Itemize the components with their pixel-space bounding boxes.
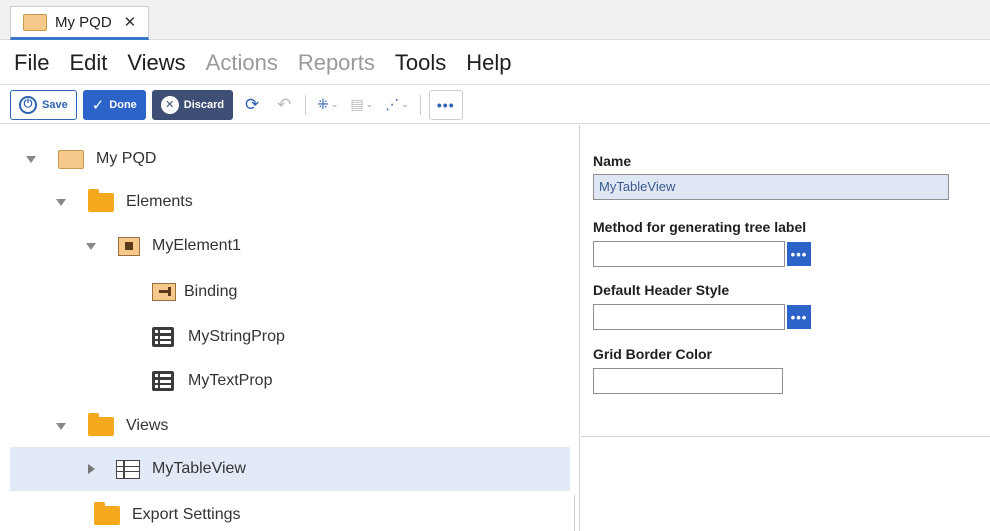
expand-caret-icon[interactable] bbox=[86, 242, 96, 250]
document-tab-title: My PQD bbox=[55, 13, 112, 31]
divider bbox=[581, 436, 990, 437]
folder-icon bbox=[88, 188, 114, 212]
table-view-icon bbox=[116, 459, 140, 479]
collapse-caret-icon[interactable] bbox=[88, 464, 95, 474]
save-button[interactable]: ⏻ Save bbox=[10, 89, 77, 120]
done-button[interactable]: ✓ Done bbox=[82, 89, 146, 120]
save-button-label: Save bbox=[42, 98, 68, 111]
header-style-field[interactable] bbox=[593, 304, 785, 330]
property-list-icon bbox=[152, 371, 174, 391]
name-field[interactable]: MyTableView bbox=[593, 174, 949, 200]
undo-icon[interactable]: ↶ bbox=[271, 90, 297, 120]
tree-item-label: Binding bbox=[184, 283, 238, 300]
discard-button-label: Discard bbox=[183, 98, 225, 111]
tree-item-label: MyTableView bbox=[152, 460, 246, 477]
folder-icon bbox=[94, 501, 120, 525]
tree-label-method-field[interactable] bbox=[593, 241, 785, 267]
tree-label-method-label: Method for generating tree label bbox=[593, 219, 807, 235]
tree-item-text-prop[interactable]: MyTextProp bbox=[152, 359, 272, 403]
toolbar: ⏻ Save ✓ Done ✕ Discard ⟳ ↶ ⁜ ⌄ ▤ ⌄ ⋰ ⌄ ••• bbox=[0, 86, 990, 124]
tree-pane: My PQD Elements MyElement1 Binding MyStr… bbox=[0, 125, 580, 531]
binding-icon bbox=[152, 283, 176, 301]
check-icon: ✓ bbox=[91, 96, 105, 114]
x-circle-icon: ✕ bbox=[160, 95, 179, 114]
folder-icon bbox=[88, 412, 114, 436]
expand-caret-icon[interactable] bbox=[56, 422, 66, 430]
menu-file[interactable]: File bbox=[14, 50, 49, 76]
properties-panel: Name MyTableView Method for generating t… bbox=[581, 125, 990, 531]
more-icon: ••• bbox=[790, 309, 808, 325]
element-icon bbox=[118, 236, 140, 256]
tree-item-root[interactable]: My PQD bbox=[26, 137, 156, 181]
refresh-icon[interactable]: ⟳ bbox=[239, 90, 265, 120]
close-icon[interactable]: ✕ bbox=[124, 13, 137, 31]
toolbar-separator bbox=[305, 94, 307, 115]
document-tab[interactable]: My PQD ✕ bbox=[10, 6, 150, 40]
menu-edit[interactable]: Edit bbox=[69, 50, 107, 76]
more-icon: ••• bbox=[790, 246, 808, 262]
chevron-down-icon: ⌄ bbox=[365, 99, 374, 109]
more-icon: ••• bbox=[436, 96, 455, 113]
network-icon: ⁜ bbox=[317, 96, 329, 112]
header-style-label: Default Header Style bbox=[593, 282, 730, 298]
chevron-down-icon: ⌄ bbox=[401, 99, 409, 109]
tree-item-view[interactable]: MyTableView bbox=[10, 447, 570, 491]
menu-tools[interactable]: Tools bbox=[395, 50, 446, 76]
tree-item-label: MyTextProp bbox=[188, 372, 273, 389]
property-list-icon bbox=[152, 327, 174, 347]
tree-item-element[interactable]: MyElement1 bbox=[86, 224, 241, 268]
done-button-label: Done bbox=[109, 98, 137, 111]
folder-icon bbox=[58, 149, 84, 169]
toolbar-separator bbox=[419, 94, 421, 115]
expand-caret-icon[interactable] bbox=[56, 198, 66, 206]
document-tab-strip: My PQD ✕ bbox=[0, 0, 990, 40]
connect-dropdown[interactable]: ⋰ ⌄ bbox=[382, 90, 412, 120]
tree-item-label: Views bbox=[126, 417, 169, 434]
divider bbox=[574, 495, 575, 531]
network-dropdown[interactable]: ⁜ ⌄ bbox=[314, 90, 341, 120]
clipboard-dropdown[interactable]: ▤ ⌄ bbox=[347, 90, 376, 120]
clipboard-icon: ▤ bbox=[350, 96, 364, 112]
name-label: Name bbox=[593, 153, 632, 169]
grid-border-color-field[interactable] bbox=[593, 368, 783, 394]
tree-item-label: My PQD bbox=[96, 150, 157, 167]
folder-icon bbox=[23, 13, 47, 31]
grid-border-color-label: Grid Border Color bbox=[593, 346, 713, 362]
tree-item-label: MyStringProp bbox=[188, 328, 285, 345]
menu-help[interactable]: Help bbox=[466, 50, 511, 76]
menu-reports[interactable]: Reports bbox=[298, 50, 375, 76]
header-style-browse-button[interactable]: ••• bbox=[787, 305, 811, 329]
menu-bar: File Edit Views Actions Reports Tools He… bbox=[0, 41, 990, 85]
tree-item-export-settings[interactable]: Export Settings bbox=[94, 493, 241, 531]
tree-item-elements[interactable]: Elements bbox=[56, 180, 193, 224]
menu-actions[interactable]: Actions bbox=[206, 50, 278, 76]
discard-button[interactable]: ✕ Discard bbox=[151, 89, 234, 120]
tree-item-string-prop[interactable]: MyStringProp bbox=[152, 315, 285, 359]
power-icon: ⏻ bbox=[19, 95, 37, 114]
tree-item-binding[interactable]: Binding bbox=[152, 270, 237, 314]
tree-label-browse-button[interactable]: ••• bbox=[787, 242, 811, 266]
tree-item-label: MyElement1 bbox=[152, 237, 241, 254]
more-button[interactable]: ••• bbox=[428, 89, 463, 120]
expand-caret-icon[interactable] bbox=[26, 155, 36, 163]
tree-item-label: Export Settings bbox=[132, 506, 241, 523]
tree-item-label: Elements bbox=[126, 193, 193, 210]
chevron-down-icon: ⌄ bbox=[330, 99, 339, 109]
connect-icon: ⋰ bbox=[385, 96, 400, 112]
menu-views[interactable]: Views bbox=[127, 50, 185, 76]
tree-item-views[interactable]: Views bbox=[56, 404, 168, 448]
